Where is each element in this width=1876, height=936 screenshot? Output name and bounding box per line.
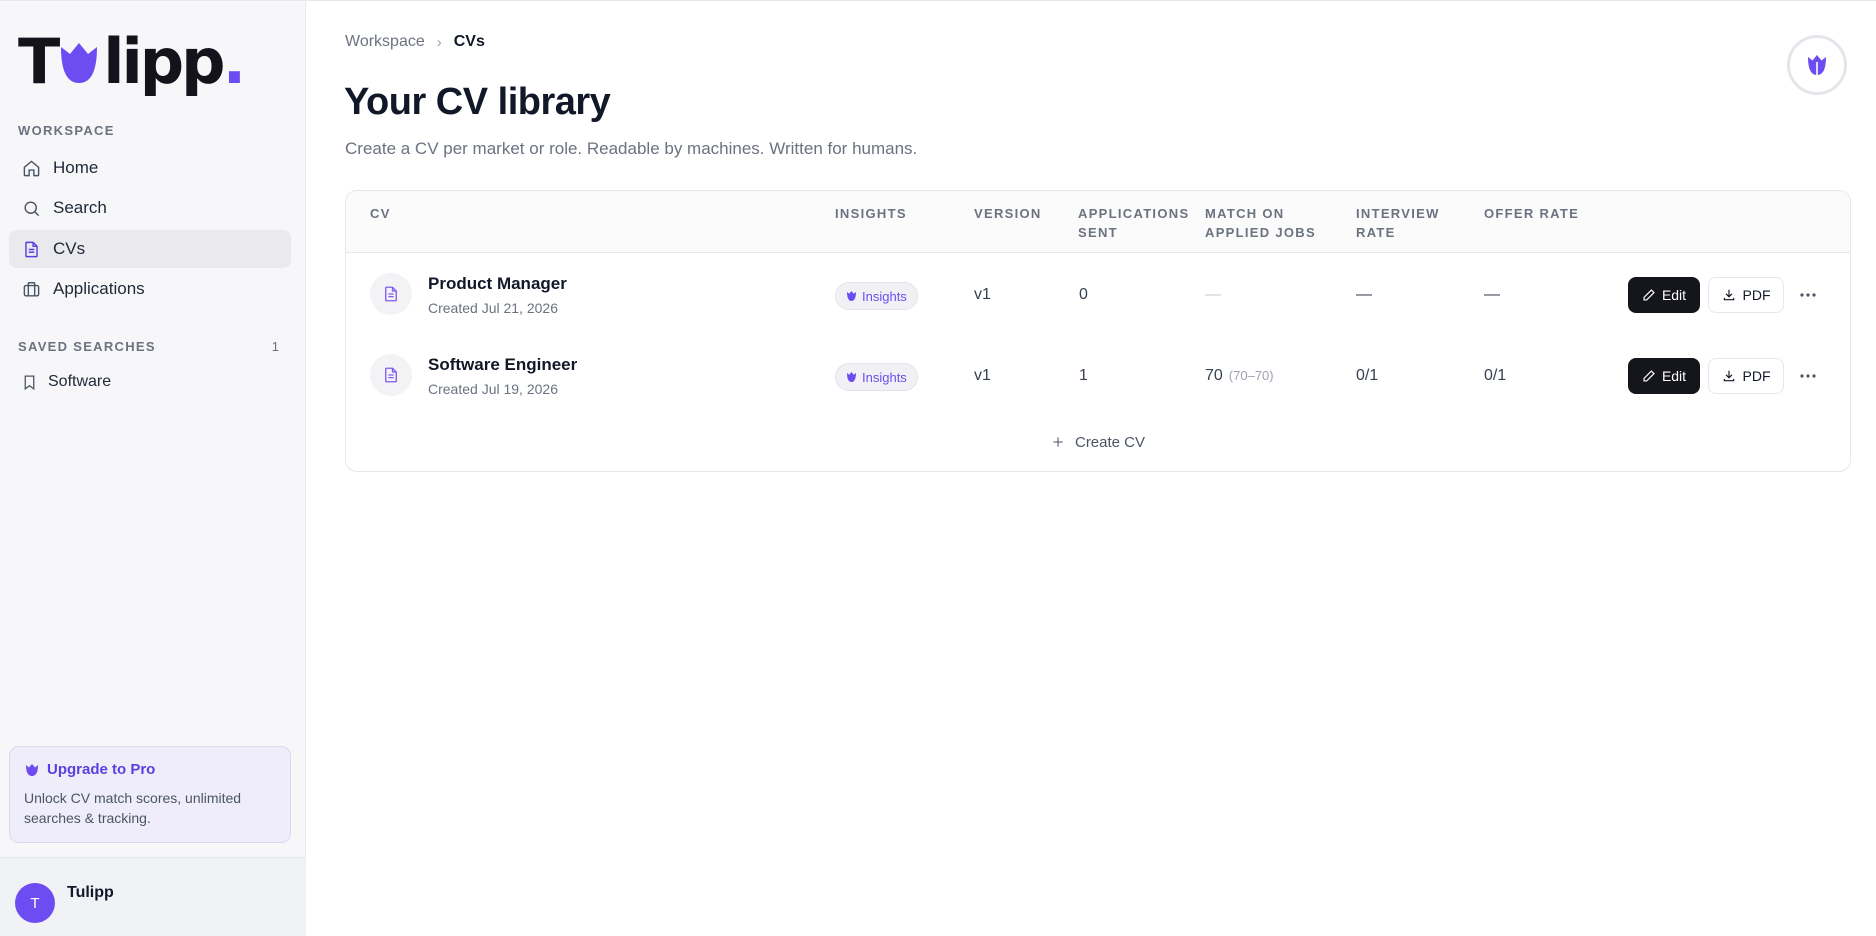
cv-version: v1 (974, 286, 991, 303)
create-cv-button[interactable]: Create CV (346, 427, 1850, 457)
page-title: Your CV library (344, 81, 611, 123)
breadcrumb-workspace[interactable]: Workspace (345, 33, 425, 51)
sidebar-item-label: Search (53, 198, 107, 217)
account-avatar[interactable] (1787, 35, 1847, 95)
search-icon (21, 198, 41, 218)
bookmark-icon (24, 374, 35, 390)
home-icon (21, 158, 41, 178)
logo-dot: . (222, 25, 247, 98)
column-header-line: RATE (1356, 225, 1396, 240)
cv-created-date: Created Jul 19, 2026 (428, 381, 558, 397)
cv-created-date: Created Jul 21, 2026 (428, 300, 558, 316)
breadcrumb-current: CVs (453, 33, 485, 50)
pencil-icon (1643, 370, 1655, 382)
more-options-icon[interactable] (1794, 362, 1822, 390)
applications-sent: 1 (1079, 367, 1088, 384)
table-header: CV INSIGHTS VERSION APPLICATIONS SENT MA… (346, 191, 1850, 253)
download-pdf-button[interactable]: PDF (1708, 358, 1784, 394)
column-header-interview: INTERVIEW RATE (1356, 204, 1440, 242)
column-header-line: APPLICATIONS (1078, 206, 1190, 221)
offer-rate: — (1484, 286, 1500, 303)
sidebar-item-label: Applications (53, 279, 145, 298)
sidebar-item-cvs[interactable]: CVs (9, 230, 291, 268)
column-header-line: APPLIED JOBS (1205, 225, 1316, 240)
plus-icon (1053, 437, 1063, 447)
match-score: 70 (70–70) (1205, 367, 1274, 385)
interview-rate: — (1356, 286, 1372, 303)
cv-table: CV INSIGHTS VERSION APPLICATIONS SENT MA… (345, 190, 1851, 472)
download-pdf-button[interactable]: PDF (1708, 277, 1784, 313)
interview-rate: 0/1 (1356, 367, 1379, 384)
document-icon (21, 239, 41, 259)
user-footer[interactable]: T Tulipp (0, 857, 306, 936)
sidebar: T lipp . WORKSPACE Home Search CVs Appli… (0, 1, 306, 936)
column-header-match: MATCH ON APPLIED JOBS (1205, 204, 1316, 242)
edit-button-label: Edit (1661, 287, 1687, 303)
more-options-icon[interactable] (1794, 281, 1822, 309)
workspace-section-label: WORKSPACE (18, 123, 115, 138)
sidebar-item-applications[interactable]: Applications (9, 270, 291, 308)
edit-button[interactable]: Edit (1628, 358, 1700, 394)
create-cv-label: Create CV (1074, 433, 1146, 451)
document-icon (370, 354, 412, 396)
cv-title[interactable]: Product Manager (428, 274, 567, 294)
avatar[interactable]: T (15, 883, 55, 923)
match-score-range: (70–70) (1228, 368, 1274, 383)
upgrade-title[interactable]: Upgrade to Pro (47, 761, 155, 778)
edit-button-label: Edit (1661, 368, 1687, 384)
cv-version: v1 (974, 367, 991, 384)
saved-search-label: Software (48, 373, 112, 390)
tulip-icon (26, 763, 38, 776)
pdf-button-label: PDF (1742, 368, 1771, 384)
sidebar-item-search[interactable]: Search (9, 189, 291, 227)
breadcrumb: Workspace › CVs (345, 33, 485, 51)
sidebar-item-label: Home (53, 158, 99, 177)
insights-button[interactable]: Insights (835, 282, 918, 310)
insights-label: Insights (862, 369, 907, 385)
pdf-button-label: PDF (1742, 287, 1771, 303)
logo-text-end: lipp (103, 25, 225, 98)
tulip-icon (1808, 55, 1826, 75)
logo-text-start: T (18, 25, 60, 98)
tulip-logo-icon (61, 43, 98, 83)
download-icon (1723, 289, 1734, 301)
briefcase-icon (21, 279, 41, 299)
page-subtitle: Create a CV per market or role. Readable… (345, 139, 918, 158)
sidebar-item-label: CVs (53, 239, 86, 258)
tulip-icon (847, 372, 856, 382)
applications-sent: 0 (1079, 286, 1088, 303)
column-header-offer: OFFER RATE (1484, 206, 1580, 221)
saved-searches-section-label: SAVED SEARCHES (18, 339, 156, 354)
match-score-value: 70 (1205, 367, 1223, 384)
tulip-icon (847, 291, 856, 301)
insights-label: Insights (862, 288, 907, 304)
table-row[interactable]: Product Manager Created Jul 21, 2026 Ins… (346, 253, 1850, 333)
sidebar-item-home[interactable]: Home (9, 149, 291, 187)
upgrade-description: Unlock CV match scores, unlimited search… (24, 790, 242, 826)
saved-search-item-software[interactable]: Software (9, 365, 291, 399)
column-header-version: VERSION (974, 206, 1042, 221)
upgrade-title-row: Upgrade to Pro (24, 761, 276, 778)
table-row[interactable]: Software Engineer Created Jul 19, 2026 I… (346, 334, 1850, 414)
chevron-right-icon: › (436, 33, 442, 51)
edit-button[interactable]: Edit (1628, 277, 1700, 313)
upgrade-card[interactable]: Upgrade to Pro Unlock CV match scores, u… (9, 746, 291, 843)
brand-logo[interactable]: T lipp . (18, 23, 247, 98)
user-name: Tulipp (67, 884, 114, 901)
column-header-applications: APPLICATIONS SENT (1078, 204, 1189, 242)
document-icon (370, 273, 412, 315)
download-icon (1723, 370, 1734, 382)
column-header-insights: INSIGHTS (835, 206, 907, 221)
column-header-line: SENT (1078, 225, 1118, 240)
saved-searches-count: 1 (271, 339, 279, 354)
column-header-line: MATCH ON (1205, 206, 1285, 221)
pencil-icon (1643, 289, 1655, 301)
cv-title[interactable]: Software Engineer (428, 355, 577, 375)
column-header-cv: CV (370, 206, 391, 221)
offer-rate: 0/1 (1484, 367, 1507, 384)
column-header-line: INTERVIEW (1356, 206, 1440, 221)
insights-button[interactable]: Insights (835, 363, 918, 391)
match-score: — (1205, 286, 1221, 303)
